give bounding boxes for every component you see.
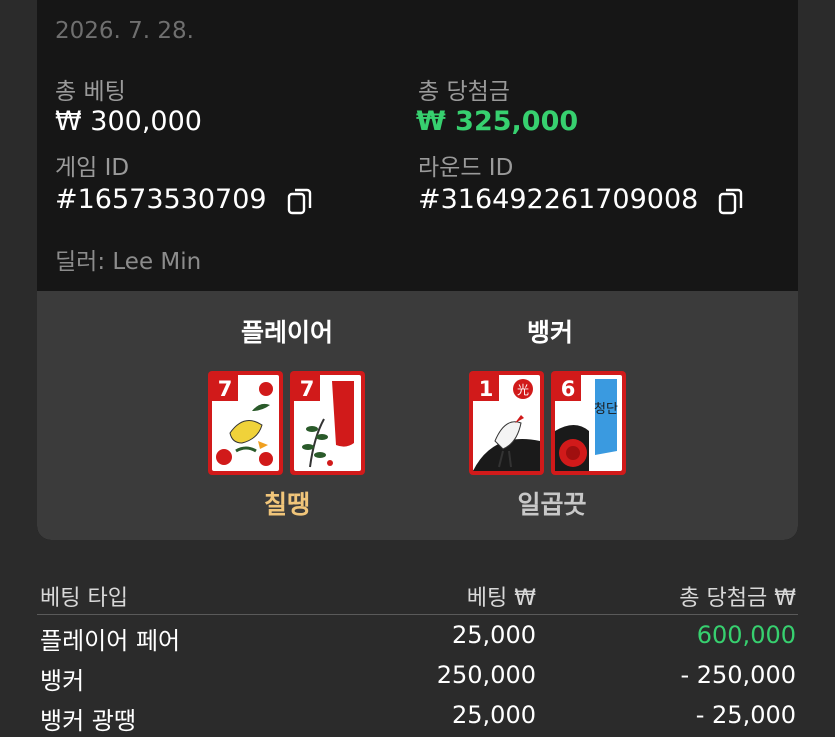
- round-id-label: 라운드 ID: [418, 155, 514, 181]
- card-number: 1: [479, 377, 494, 401]
- win-amount-cell: - 25,000: [695, 701, 796, 729]
- card-number: 7: [218, 377, 233, 401]
- cards-area: 플레이어 뱅커 7 7 1 光 6 청단 칠땡 일곱끗: [37, 291, 798, 540]
- banker-result: 일곱끗: [517, 490, 587, 519]
- bet-table: 베팅 타입 베팅 ₩ 총 당첨금 ₩ 플레이어 페어 25,000 600,00…: [37, 572, 798, 735]
- banker-title: 뱅커: [526, 318, 573, 347]
- bet-type-cell: 뱅커 광땡: [40, 707, 136, 735]
- total-bet-label: 총 베팅: [55, 79, 126, 105]
- round-detail-panel: 2026. 7. 28. 총 베팅 ₩ 300,000 총 당첨금 ₩ 325,…: [37, 0, 798, 540]
- win-amount-cell: - 250,000: [680, 661, 796, 689]
- round-date: 2026. 7. 28.: [55, 18, 194, 44]
- total-bet-value: ₩ 300,000: [55, 106, 202, 137]
- table-row: 뱅커 250,000 - 250,000: [37, 655, 798, 695]
- bet-amount-cell: 250,000: [436, 661, 536, 689]
- light-badge: 光: [517, 383, 529, 397]
- ribbon-text: 청단: [594, 402, 618, 417]
- table-row: 뱅커 광땡 25,000 - 25,000: [37, 695, 798, 735]
- banker-card-2: 6 청단: [551, 371, 626, 475]
- header-bet-amount: 베팅 ₩: [466, 586, 536, 611]
- dealer-name: 딜러: Lee Min: [55, 249, 202, 275]
- table-row: 플레이어 페어 25,000 600,000: [37, 615, 798, 655]
- game-id-value: #16573530709: [55, 184, 267, 215]
- total-win-value: ₩ 325,000: [416, 106, 579, 137]
- header-bet-type: 베팅 타입: [40, 586, 128, 611]
- copy-icon: [718, 188, 743, 215]
- player-card-2: 7: [290, 371, 365, 475]
- bet-table-header: 베팅 타입 베팅 ₩ 총 당첨금 ₩: [37, 572, 798, 615]
- bet-amount-cell: 25,000: [452, 621, 536, 649]
- card-number: 7: [300, 377, 315, 401]
- bet-type-cell: 플레이어 페어: [40, 627, 181, 655]
- header-total-win: 총 당첨금 ₩: [679, 586, 796, 611]
- round-id-value: #316492261709008: [418, 184, 699, 215]
- player-card-1: 7: [208, 371, 283, 475]
- total-win-label: 총 당첨금: [418, 79, 510, 105]
- card-number: 6: [561, 377, 576, 401]
- player-result: 칠땡: [263, 490, 310, 519]
- player-title: 플레이어: [240, 318, 333, 347]
- game-id-label: 게임 ID: [55, 155, 130, 181]
- bet-type-cell: 뱅커: [40, 667, 85, 695]
- banker-card-1: 1 光: [469, 371, 544, 475]
- win-amount-cell: 600,000: [696, 621, 796, 649]
- copy-game-id-button[interactable]: [287, 186, 313, 216]
- copy-icon: [287, 188, 312, 215]
- bet-amount-cell: 25,000: [452, 701, 536, 729]
- copy-round-id-button[interactable]: [718, 186, 744, 216]
